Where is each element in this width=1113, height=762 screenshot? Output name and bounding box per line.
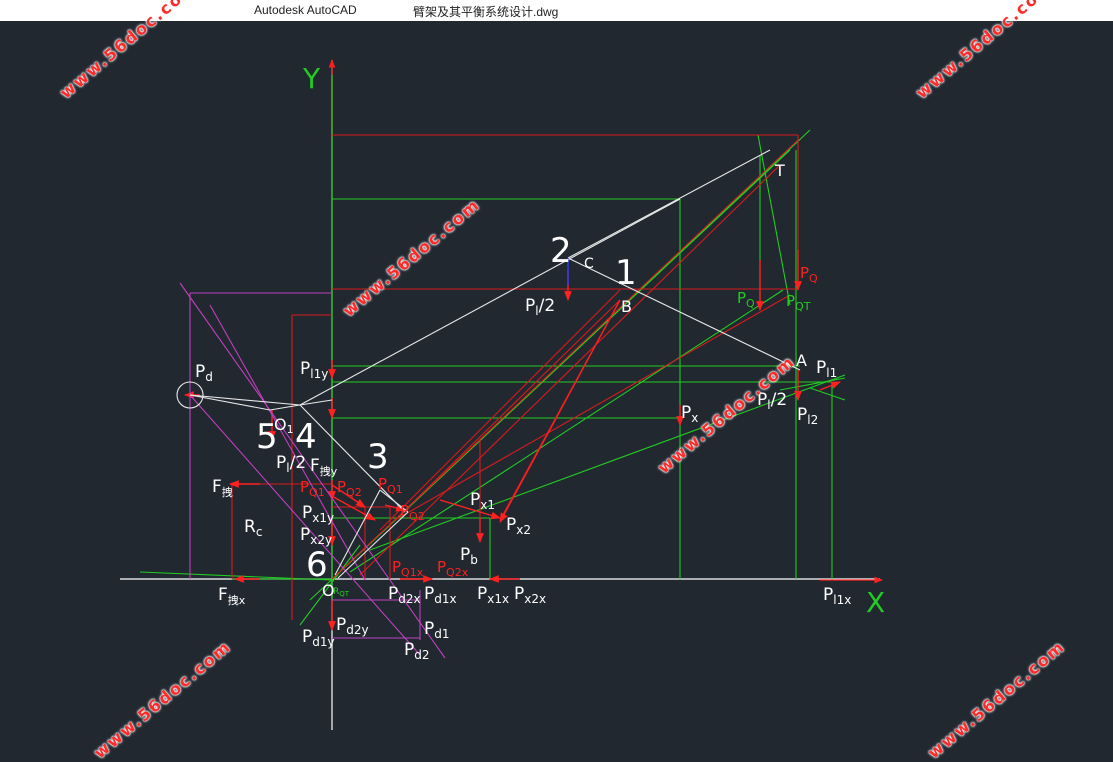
force-arrows: [184, 250, 841, 631]
label-px1x: Px1x: [477, 584, 509, 606]
label-pl2: Pl2: [797, 405, 818, 427]
label-pb: Pb: [460, 545, 478, 567]
label-pd2x: Pd2x: [388, 584, 421, 606]
drawing-canvas[interactable]: Y X 2 1 3 4 5 6 C B A O T O1 Pl/2 Pl1 Pl…: [0, 21, 1113, 746]
point-b: B: [621, 297, 632, 316]
label-rqt: RQT: [333, 587, 350, 598]
label-px2x: Px2x: [514, 584, 546, 606]
structure-members: [176, 149, 801, 579]
label-px1: Px1: [470, 490, 495, 512]
point-o1: O1: [274, 415, 294, 436]
label-pd1: Pd1: [424, 619, 450, 641]
label-pl1: Pl1: [816, 358, 837, 380]
green-construction: [139, 75, 846, 626]
label-pd1x: Pd1x: [424, 584, 457, 606]
point-a: A: [796, 351, 807, 370]
label-pq1: PQ1: [300, 478, 325, 499]
label-pd: Pd: [195, 362, 213, 384]
point-c: C: [584, 256, 594, 272]
point-2: 2: [550, 231, 572, 271]
label-pd1y: Pd1y: [302, 627, 335, 649]
file-name: 臂架及其平衡系统设计.dwg: [413, 5, 559, 19]
point-3: 3: [367, 437, 389, 477]
label-pq1x: PQ1x: [392, 558, 424, 579]
label-fdi: F拽: [212, 477, 233, 499]
label-pq-green: PQ: [737, 289, 755, 310]
label-pd2y: Pd2y: [336, 615, 369, 637]
label-px: Px: [681, 403, 698, 425]
label-pl1y: Pl1y: [300, 359, 328, 381]
label-pl1x: Pl1x: [823, 585, 851, 607]
label-fdi-x: F拽x: [218, 585, 246, 607]
point-t: T: [774, 161, 785, 180]
label-pd2: Pd2: [404, 640, 430, 662]
label-pl-half-4: Pl/2: [276, 453, 306, 475]
point-6: 6: [306, 545, 328, 585]
label-px1y: Px1y: [302, 503, 334, 525]
label-pq: PQ: [800, 264, 818, 285]
axis-x-label: X: [866, 586, 885, 619]
app-title: Autodesk AutoCAD: [254, 3, 357, 17]
label-px2y: Px2y: [300, 525, 332, 547]
point-4: 4: [295, 417, 317, 457]
label-fdi-y: F拽y: [310, 456, 338, 478]
label-px2: Px2: [506, 515, 531, 537]
label-pq2-y: PQ2: [337, 478, 362, 499]
point-1: 1: [615, 253, 637, 293]
axis-y-label: Y: [302, 62, 321, 95]
label-pq1-b: PQ1: [378, 475, 403, 496]
label-pl-half-top: Pl/2: [525, 296, 555, 318]
label-rc: Rc: [244, 517, 262, 539]
label-pqt: PQT: [786, 292, 811, 313]
